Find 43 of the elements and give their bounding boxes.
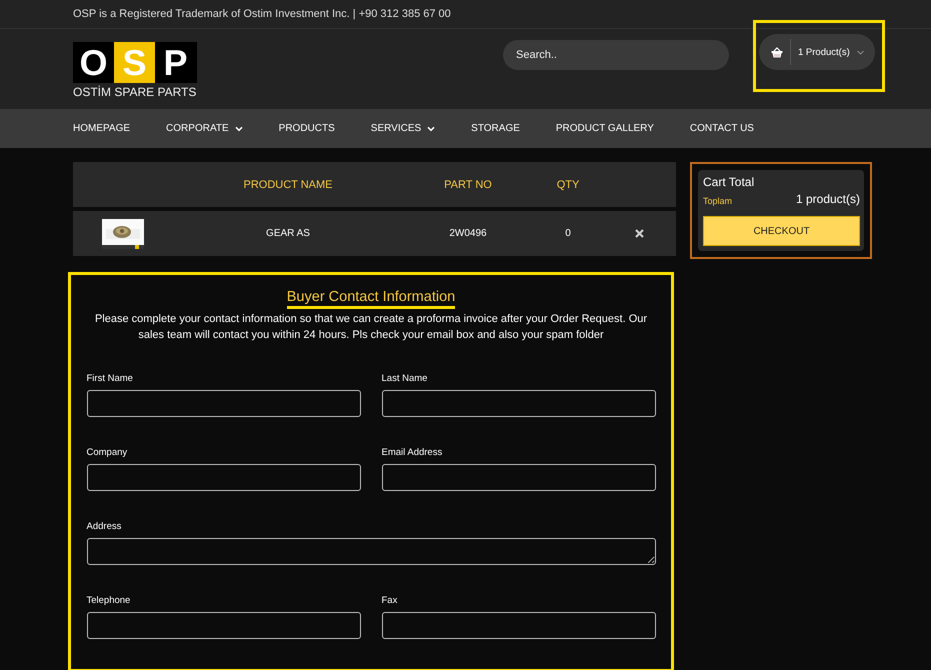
chevron-down-icon xyxy=(234,126,243,132)
chevron-down-icon xyxy=(427,126,436,132)
search-field[interactable]: Search.. xyxy=(503,40,729,70)
input-field[interactable] xyxy=(86,612,360,639)
basket-icon xyxy=(771,46,783,58)
cart-total-title: Cart Total xyxy=(703,175,756,189)
input-field[interactable] xyxy=(86,390,360,417)
total-label: Toplam xyxy=(703,196,732,206)
field-label: Telephone xyxy=(86,595,132,606)
chevron-down-icon xyxy=(856,50,864,54)
nav-link[interactable]: SERVICES xyxy=(370,123,436,134)
address-field[interactable] xyxy=(86,538,656,565)
cart-button[interactable]: 1 Product(s) xyxy=(759,34,875,70)
input-field[interactable] xyxy=(382,390,656,417)
nav-link[interactable]: PRODUCTS xyxy=(278,123,335,134)
total-value: 1 product(s) xyxy=(796,192,860,206)
field-label: Address xyxy=(86,521,122,532)
field-label: Last Name xyxy=(382,373,428,384)
quantity-cell: 0 xyxy=(565,228,571,239)
nav-link[interactable]: STORAGE xyxy=(471,123,520,134)
checkout-button[interactable]: CHECKOUT xyxy=(703,216,860,246)
part-number-cell: 2W0496 xyxy=(449,228,487,239)
field-label: Company xyxy=(86,447,128,458)
product-name-cell: GEAR AS xyxy=(266,228,310,239)
column-header: PRODUCT NAME xyxy=(243,178,333,190)
remove-icon[interactable] xyxy=(635,229,644,238)
nav-link[interactable]: CONTACT US xyxy=(690,123,754,134)
nav-link[interactable]: CORPORATE xyxy=(166,123,243,134)
logo-tagline: OSTİM SPARE PARTS xyxy=(73,85,196,100)
nav-link[interactable]: HOMEPAGE xyxy=(73,123,130,134)
trademark-notice: OSP is a Registered Trademark of Ostim Investment Inc. | +90 312 385 67 00 xyxy=(73,8,451,20)
field-label: First Name xyxy=(86,373,134,384)
column-header: PART NO xyxy=(444,178,492,190)
form-instructions: Please complete your contact information so that we can create a proforma invoice after your Order Request. Our sales team will contact you within 24 hours. Pls check your email box and also your spam folder xyxy=(94,312,648,343)
nav-link[interactable]: PRODUCT GALLERY xyxy=(556,123,654,134)
column-header: QTY xyxy=(556,178,580,190)
logo[interactable]: O S P xyxy=(73,42,197,83)
field-label: Fax xyxy=(382,595,398,606)
input-field[interactable] xyxy=(382,612,656,639)
input-field[interactable] xyxy=(382,464,656,491)
input-field[interactable] xyxy=(86,464,360,491)
field-label: Email Address xyxy=(382,447,444,458)
form-title: Buyer Contact Information xyxy=(286,289,456,309)
